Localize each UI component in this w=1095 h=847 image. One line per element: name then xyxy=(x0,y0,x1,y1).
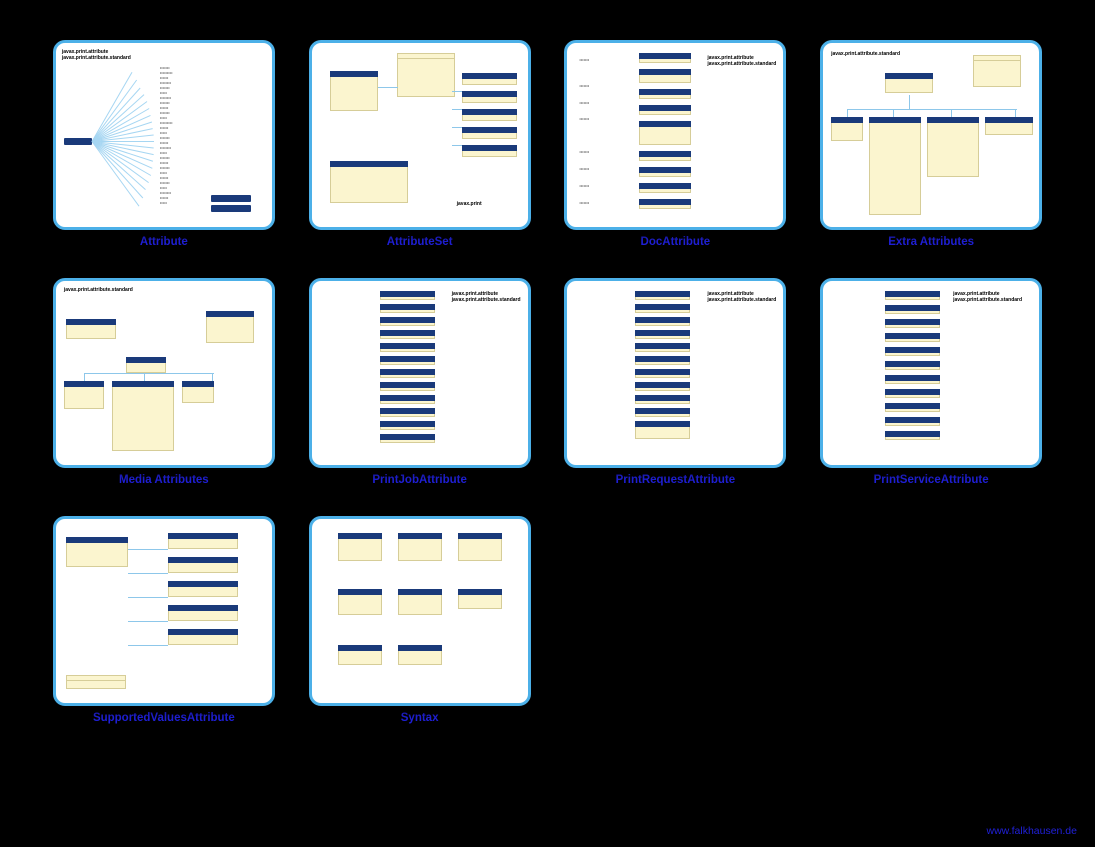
class-list xyxy=(885,291,940,440)
thumbnail-caption[interactable]: DocAttribute xyxy=(641,236,711,248)
class-box xyxy=(64,381,104,409)
package-label: javax.print.attribute.standard xyxy=(452,297,521,303)
class-box xyxy=(973,55,1021,87)
package-label: javax.print.attribute.standard xyxy=(64,287,133,293)
thumbnail-caption[interactable]: AttributeSet xyxy=(387,236,453,248)
thumbnail-cell: SupportedValuesAttribute xyxy=(50,516,278,724)
class-box xyxy=(985,117,1033,135)
thumbnail-caption[interactable]: PrintServiceAttribute xyxy=(874,474,989,486)
class-box xyxy=(330,71,378,111)
class-box xyxy=(330,161,408,203)
class-box xyxy=(831,117,863,141)
thumbnail-cell: Syntax xyxy=(306,516,534,724)
class-list xyxy=(462,73,517,157)
class-box xyxy=(338,645,382,665)
package-label: javax.print.attribute.standard xyxy=(62,55,131,61)
thumbnail-caption[interactable]: Extra Attributes xyxy=(888,236,974,248)
package-label: javax.print.attribute.standard xyxy=(831,51,900,57)
thumbnail-media-attributes[interactable]: javax.print.attribute.standard xyxy=(53,278,275,468)
thumbnail-caption[interactable]: Attribute xyxy=(140,236,188,248)
thumbnail-printjobattribute[interactable]: javax.print.attribute javax.print.attrib… xyxy=(309,278,531,468)
class-box xyxy=(397,53,455,97)
class-box xyxy=(66,537,128,567)
class-list xyxy=(380,291,435,443)
class-box xyxy=(927,117,979,177)
root-node xyxy=(64,138,92,145)
thumbnail-printserviceattribute[interactable]: javax.print.attribute javax.print.attrib… xyxy=(820,278,1042,468)
child-node xyxy=(211,195,251,202)
child-node xyxy=(211,205,251,212)
class-box xyxy=(126,357,166,373)
class-box xyxy=(66,675,126,689)
class-box xyxy=(458,533,502,561)
thumbnail-cell: javax.print.attribute.standard Extra Att… xyxy=(817,40,1045,248)
class-box xyxy=(869,117,921,215)
class-box xyxy=(112,381,174,451)
thumbnail-printrequestattribute[interactable]: javax.print.attribute javax.print.attrib… xyxy=(564,278,786,468)
class-box xyxy=(338,533,382,561)
class-box xyxy=(885,73,933,93)
thumbnail-cell: javax.print.attribute javax.print.attrib… xyxy=(562,40,790,248)
thumbnail-cell: javax.print.attribute.standard Media Att… xyxy=(50,278,278,486)
class-box xyxy=(458,589,502,609)
class-box xyxy=(398,533,442,561)
thumbnail-syntax[interactable] xyxy=(309,516,531,706)
package-label: javax.print.attribute.standard xyxy=(707,297,776,303)
thumbnail-supportedvaluesattribute[interactable] xyxy=(53,516,275,706)
thumbnail-cell: javax.print.attribute javax.print.attrib… xyxy=(562,278,790,486)
class-box xyxy=(66,319,116,339)
thumbnail-cell: javax.print AttributeSet xyxy=(306,40,534,248)
thumbnail-docattribute[interactable]: javax.print.attribute javax.print.attrib… xyxy=(564,40,786,230)
package-label: javax.print.attribute.standard xyxy=(707,61,776,67)
class-box xyxy=(206,311,254,343)
thumbnail-extra-attributes[interactable]: javax.print.attribute.standard xyxy=(820,40,1042,230)
class-list xyxy=(168,533,238,645)
package-label: javax.print xyxy=(457,201,482,207)
thumbnail-attributeset[interactable]: javax.print xyxy=(309,40,531,230)
thumbnail-caption[interactable]: Media Attributes xyxy=(119,474,209,486)
thumbnail-cell: javax.print.attribute javax.print.attrib… xyxy=(50,40,278,248)
class-box xyxy=(398,589,442,615)
thumbnail-attribute[interactable]: javax.print.attribute javax.print.attrib… xyxy=(53,40,275,230)
thumbnail-cell: javax.print.attribute javax.print.attrib… xyxy=(306,278,534,486)
thumbnail-caption[interactable]: PrintJobAttribute xyxy=(372,474,467,486)
class-box xyxy=(182,381,214,403)
footer-link[interactable]: www.falkhausen.de xyxy=(987,825,1077,837)
class-list xyxy=(639,53,691,209)
class-box xyxy=(338,589,382,615)
thumbnail-cell: javax.print.attribute javax.print.attrib… xyxy=(817,278,1045,486)
thumbnail-grid: javax.print.attribute javax.print.attrib… xyxy=(50,40,1045,724)
package-label: javax.print.attribute.standard xyxy=(953,297,1022,303)
class-list xyxy=(635,291,690,439)
thumbnail-caption[interactable]: PrintRequestAttribute xyxy=(616,474,735,486)
thumbnail-caption[interactable]: Syntax xyxy=(401,712,439,724)
thumbnail-caption[interactable]: SupportedValuesAttribute xyxy=(93,712,235,724)
class-box xyxy=(398,645,442,665)
